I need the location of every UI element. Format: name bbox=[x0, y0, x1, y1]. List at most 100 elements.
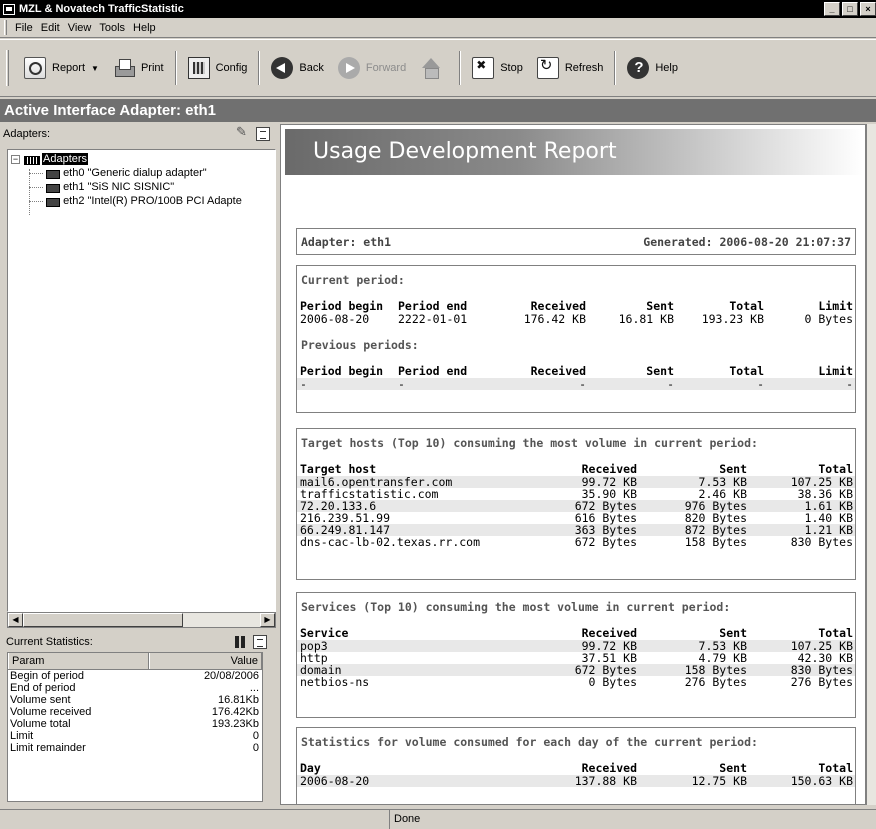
stats-row: Volume received 176.42Kb bbox=[8, 706, 262, 718]
table-row: 2006-08-20 137.88 KB 12.75 KB 150.63 KB bbox=[297, 775, 855, 787]
menu-view[interactable]: View bbox=[64, 22, 96, 34]
table-cell: 830 Bytes bbox=[790, 535, 853, 549]
menu-edit[interactable]: Edit bbox=[37, 22, 64, 34]
tree-item-label: eth1 "SiS NIC SISNIC" bbox=[63, 181, 175, 193]
config-label: Config bbox=[215, 62, 248, 74]
home-button[interactable] bbox=[413, 50, 455, 86]
stats-row: End of period... bbox=[8, 682, 262, 694]
tree-item-eth1[interactable]: eth1 "SiS NIC SISNIC" bbox=[29, 181, 174, 194]
status-bar: Done bbox=[0, 809, 876, 829]
toolbar-grip[interactable] bbox=[6, 50, 9, 86]
network-card-icon bbox=[44, 182, 60, 193]
pause-icon[interactable] bbox=[233, 635, 247, 649]
scroll-right-icon[interactable]: ▶ bbox=[260, 613, 275, 627]
stats-row: Volume sent 16.81Kb bbox=[8, 694, 262, 706]
panel-menu-icon[interactable] bbox=[256, 126, 270, 141]
stop-button[interactable]: Stop bbox=[465, 50, 530, 86]
adapters-icon bbox=[23, 154, 40, 165]
table-row: 2006-08-20 2222-01-01 176.42 KB 16.81 KB… bbox=[297, 313, 855, 325]
tree-root-adapters[interactable]: − Adapters bbox=[11, 153, 89, 166]
app-icon bbox=[3, 3, 15, 15]
table-cell: - bbox=[579, 377, 586, 391]
pin-icon[interactable] bbox=[236, 124, 250, 141]
tree-item-eth2[interactable]: eth2 "Intel(R) PRO/100B PCI Adapte bbox=[29, 195, 242, 208]
close-button[interactable]: × bbox=[860, 2, 876, 16]
report-button[interactable]: Report ▼ bbox=[17, 50, 106, 86]
stats-header-row: Param Value bbox=[8, 653, 262, 670]
table-row: - - - - - - bbox=[297, 378, 855, 390]
minimize-button[interactable]: _ bbox=[824, 2, 840, 16]
table-cell: 137.88 KB bbox=[574, 774, 637, 788]
report-view[interactable]: Usage Development Report Adapter: eth1 G… bbox=[280, 124, 866, 805]
value-cell: 16.81Kb bbox=[218, 694, 259, 706]
menu-grip[interactable] bbox=[4, 20, 7, 35]
header-cell: Limit bbox=[818, 364, 853, 378]
menu-file[interactable]: File bbox=[11, 22, 37, 34]
value-cell: 0 bbox=[252, 742, 259, 754]
scroll-left-icon[interactable]: ◀ bbox=[8, 613, 23, 627]
scroll-thumb[interactable] bbox=[23, 613, 183, 627]
report-adapter: Adapter: eth1 bbox=[301, 234, 392, 249]
report-label: Report bbox=[52, 62, 86, 74]
toolbar-separator bbox=[614, 51, 617, 85]
toolbar-separator bbox=[174, 51, 177, 85]
tree-item-eth0[interactable]: eth0 "Generic dialup adapter" bbox=[29, 167, 207, 180]
refresh-button[interactable]: Refresh bbox=[530, 50, 611, 86]
table-cell: - bbox=[846, 377, 853, 391]
collapse-icon[interactable]: − bbox=[11, 154, 20, 164]
param-cell: Volume total bbox=[10, 718, 71, 730]
column-header-value[interactable]: Value bbox=[149, 653, 262, 669]
active-adapter-header: Active Interface Adapter: eth1 bbox=[0, 99, 876, 122]
adapters-panel-header: Adapters: bbox=[0, 124, 276, 143]
table-cell: dns-cac-lb-02.texas.rr.com bbox=[300, 535, 481, 549]
panel-menu-icon[interactable] bbox=[253, 634, 267, 649]
print-button[interactable]: Print bbox=[106, 50, 171, 86]
menu-help[interactable]: Help bbox=[129, 22, 160, 34]
adapter-tree[interactable]: − Adapters eth0 "Generic dialup adapter" … bbox=[7, 149, 276, 612]
param-cell: Limit bbox=[10, 730, 34, 742]
value-cell: ... bbox=[249, 682, 259, 694]
param-cell: Volume received bbox=[10, 706, 92, 718]
tree-line bbox=[29, 186, 43, 188]
table-cell: 672 Bytes bbox=[574, 535, 637, 549]
header-cell: Sent bbox=[646, 364, 674, 378]
table-cell: 12.75 KB bbox=[691, 774, 747, 788]
table-cell: 0 Bytes bbox=[588, 675, 637, 689]
forward-button[interactable]: Forward bbox=[331, 50, 413, 86]
menu-tools[interactable]: Tools bbox=[95, 22, 129, 34]
config-button[interactable]: Config bbox=[181, 50, 255, 86]
print-label: Print bbox=[140, 62, 164, 74]
chevron-down-icon[interactable]: ▼ bbox=[91, 64, 99, 73]
table-row: pop3 99.72 KB 7.53 KB 107.25 KB bbox=[297, 640, 855, 652]
table-cell: 150.63 KB bbox=[790, 774, 853, 788]
report-title: Usage Development Report bbox=[285, 129, 863, 175]
header-cell: Received bbox=[530, 364, 586, 378]
forward-label: Forward bbox=[365, 62, 407, 74]
report-icon bbox=[24, 57, 46, 79]
report-vertical-scrollbar[interactable] bbox=[866, 124, 876, 805]
daily-section: Statistics for volume consumed for each … bbox=[296, 727, 856, 804]
title-bar: MZL & Novatech TrafficStatistic _ □ × bbox=[0, 0, 876, 18]
param-cell: End of period bbox=[10, 682, 76, 694]
value-cell: 193.23Kb bbox=[211, 718, 259, 730]
period-section: Current period: Period begin Period end … bbox=[296, 265, 856, 413]
maximize-button[interactable]: □ bbox=[842, 2, 858, 16]
column-header-param[interactable]: Param bbox=[8, 653, 149, 669]
param-cell: Begin of period bbox=[10, 670, 84, 682]
target-hosts-section: Target hosts (Top 10) consuming the most… bbox=[296, 428, 856, 580]
tree-line bbox=[29, 200, 43, 202]
help-button[interactable]: Help bbox=[620, 50, 685, 86]
table-cell: 193.23 KB bbox=[701, 312, 764, 326]
table-cell: - bbox=[757, 377, 764, 391]
value-cell: 0 bbox=[252, 730, 259, 742]
table-cell: 158 Bytes bbox=[684, 535, 747, 549]
back-button[interactable]: Back bbox=[264, 50, 330, 86]
toolbar: Report ▼ Print Config Back Forward Stop bbox=[0, 39, 876, 97]
table-cell: netbios-ns bbox=[300, 675, 370, 689]
tree-horizontal-scrollbar[interactable]: ◀ ▶ bbox=[7, 612, 276, 628]
section-title: Services (Top 10) consuming the most vol… bbox=[301, 600, 731, 614]
table-cell: - bbox=[398, 377, 405, 391]
header-cell: Period begin bbox=[300, 364, 384, 378]
forward-arrow-icon bbox=[337, 57, 360, 79]
adapters-label: Adapters: bbox=[3, 127, 51, 140]
